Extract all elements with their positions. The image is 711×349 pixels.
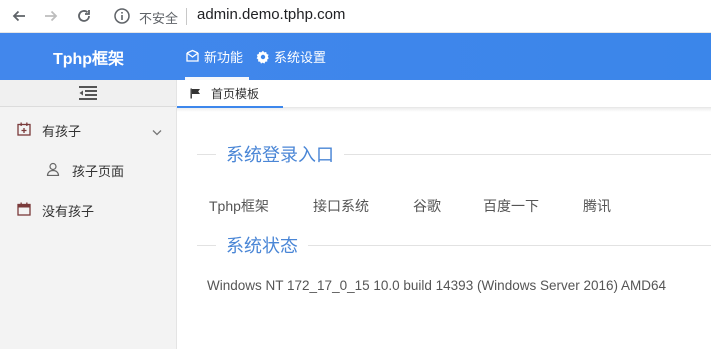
link-tphp-framework[interactable]: Tphp框架 xyxy=(209,196,269,216)
topnav-system-settings[interactable]: 系统设置 xyxy=(256,33,326,80)
link-api-system[interactable]: 接口系统 xyxy=(313,196,369,216)
link-tencent[interactable]: 腾讯 xyxy=(583,196,611,216)
login-section-title: 系统登录入口 xyxy=(197,142,711,166)
reload-icon xyxy=(78,10,90,22)
topnav-new-features[interactable]: 新功能 xyxy=(185,33,250,80)
address-bar-url[interactable]: admin.demo.tphp.com xyxy=(197,6,345,23)
flag-icon xyxy=(190,88,201,99)
content-top-shadow xyxy=(177,108,711,112)
browser-toolbar: 不安全 admin.demo.tphp.com xyxy=(0,0,711,33)
title-divider xyxy=(197,153,216,155)
title-divider xyxy=(197,244,216,246)
info-circle-icon xyxy=(114,8,130,24)
sidebar-item-label: 孩子页面 xyxy=(72,163,125,179)
system-status-text: Windows NT 172_17_0_15 10.0 build 14393 … xyxy=(207,278,667,293)
title-divider xyxy=(308,244,711,246)
section-title-text: 系统状态 xyxy=(226,236,298,256)
calendar-plus-icon xyxy=(17,122,31,139)
indent-icon xyxy=(79,86,97,100)
address-divider xyxy=(186,8,187,25)
link-baidu[interactable]: 百度一下 xyxy=(483,196,539,216)
sidebar-item-child-page[interactable]: 孩子页面 xyxy=(0,150,176,190)
sidebar-item-with-children[interactable]: 有孩子 xyxy=(0,110,176,150)
section-title-text: 系统登录入口 xyxy=(226,145,334,165)
sidebar-item-label: 有孩子 xyxy=(42,123,82,139)
tab-home-template[interactable]: 首页模板 xyxy=(177,80,283,108)
calendar-icon xyxy=(17,202,31,219)
chevron-down-icon xyxy=(152,124,162,139)
sidebar-collapse-button[interactable] xyxy=(0,80,176,107)
topnav-label: 新功能 xyxy=(204,50,244,65)
arrow-left-icon xyxy=(12,10,25,22)
insecure-label: 不安全 xyxy=(139,11,179,26)
sidebar-item-label: 没有孩子 xyxy=(42,203,95,219)
arrow-right-icon xyxy=(45,10,58,22)
site-info-button[interactable] xyxy=(113,7,131,25)
topnav-label: 系统设置 xyxy=(274,50,327,65)
brand-title[interactable]: Tphp框架 xyxy=(0,33,177,80)
tab-bar: 首页模板 xyxy=(177,80,711,108)
sidebar-item-no-children[interactable]: 没有孩子 xyxy=(0,190,176,230)
title-divider xyxy=(344,153,711,155)
status-section-title: 系统状态 xyxy=(197,233,711,257)
message-icon xyxy=(185,49,200,64)
user-icon xyxy=(46,162,60,179)
tab-label: 首页模板 xyxy=(211,86,260,101)
forward-button[interactable] xyxy=(41,6,61,26)
app-header: Tphp框架 新功能 系统设置 xyxy=(0,33,711,80)
sidebar: 有孩子 孩子页面 没有孩子 xyxy=(0,80,177,349)
gear-icon xyxy=(256,50,270,64)
reload-button[interactable] xyxy=(74,6,94,26)
back-button[interactable] xyxy=(9,6,29,26)
link-google[interactable]: 谷歌 xyxy=(413,196,441,216)
